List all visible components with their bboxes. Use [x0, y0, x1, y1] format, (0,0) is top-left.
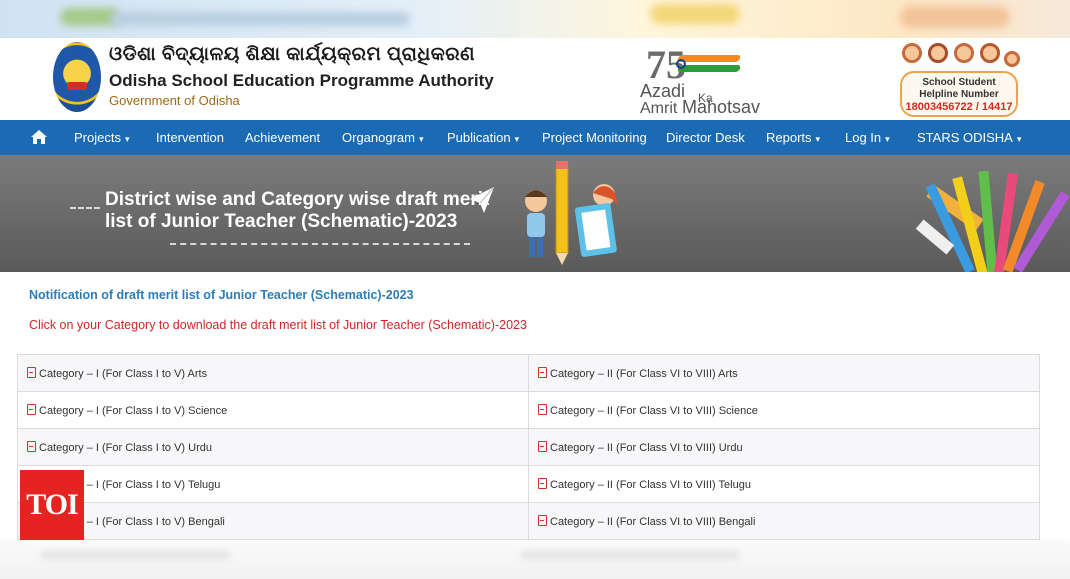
azadi-word: Azadi — [640, 81, 686, 101]
category-link[interactable]: Category – II (For Class VI to VIII) Tel… — [528, 465, 1040, 503]
pdf-file-icon — [538, 477, 547, 489]
mahotsav-word: Mahotsav — [682, 97, 761, 117]
blurred-shape — [650, 4, 740, 24]
category-link[interactable]: Category – II (For Class VI to VIII) Urd… — [528, 428, 1040, 466]
table-row: Category – I (For Class I to V) Telugu C… — [17, 465, 1040, 503]
nav-achievement[interactable]: Achievement — [245, 120, 320, 155]
nav-organogram[interactable]: Organogram ▾ — [342, 120, 424, 155]
org-name-odia: ଓଡିଶା ବିଦ୍ୟାଳୟ ଶିକ୍ଷା କାର୍ଯ୍ୟକ୍ରମ ପ୍ରାଧି… — [109, 44, 476, 65]
top-blurred-strip — [0, 0, 1070, 40]
child-illustration-icon — [928, 43, 948, 63]
category-table: Category – I (For Class I to V) Arts Cat… — [17, 354, 1040, 540]
category-link[interactable]: Category – I (For Class I to V) Bengali — [17, 502, 529, 540]
nav-stars-odisha[interactable]: STARS ODISHA ▾ — [917, 120, 1021, 155]
blurred-footer — [0, 540, 1070, 579]
helpline-box: School Student Helpline Number 180034567… — [900, 71, 1018, 117]
caret-down-icon: ▾ — [514, 134, 520, 144]
category-link[interactable]: Category – II (For Class VI to VIII) Sci… — [528, 391, 1040, 429]
caret-down-icon: ▾ — [1016, 134, 1022, 144]
table-row: Category – I (For Class I to V) Bengali … — [17, 502, 1040, 540]
pdf-file-icon — [27, 440, 36, 452]
government-label: Government of Odisha — [109, 93, 240, 108]
nav-reports[interactable]: Reports ▾ — [766, 120, 820, 155]
helpline-badge: School Student Helpline Number 180034567… — [880, 41, 1030, 119]
banner-dash-line — [170, 243, 470, 245]
child-illustration-icon — [980, 43, 1000, 63]
caret-down-icon: ▾ — [124, 134, 130, 144]
kids-with-pencil-illustration — [525, 161, 618, 265]
child-illustration-icon — [902, 43, 922, 63]
table-row: Category – I (For Class I to V) Urdu Cat… — [17, 428, 1040, 466]
nav-log-in[interactable]: Log In ▾ — [845, 120, 890, 155]
caret-down-icon: ▾ — [885, 134, 890, 144]
instruction-text: Click on your Category to download the d… — [29, 318, 527, 332]
table-row: Category – I (For Class I to V) Arts Cat… — [17, 354, 1040, 392]
category-link[interactable]: Category – II (For Class VI to VIII) Art… — [528, 354, 1040, 392]
pdf-file-icon — [538, 440, 547, 452]
pdf-file-icon — [538, 366, 547, 378]
pencils-illustration — [915, 170, 1070, 272]
nav-projects[interactable]: Projects ▾ — [74, 120, 130, 155]
main-navbar: Projects ▾ Intervention Achievement Organ… — [0, 120, 1070, 155]
home-icon[interactable] — [30, 129, 48, 145]
org-name-english: Odisha School Education Programme Author… — [109, 71, 494, 90]
category-link[interactable]: Category – I (For Class I to V) Telugu — [17, 465, 529, 503]
child-illustration-icon — [954, 43, 974, 63]
category-link[interactable]: Category – I (For Class I to V) Urdu — [17, 428, 529, 466]
pdf-file-icon — [538, 403, 547, 415]
category-link[interactable]: Category – II (For Class VI to VIII) Ben… — [528, 502, 1040, 540]
nav-project-monitoring[interactable]: Project Monitoring — [542, 120, 647, 155]
amrit-word: Amrit — [640, 100, 678, 117]
site-header: ଓଡିଶା ବିଦ୍ୟାଳୟ ଶିକ୍ଷା କାର୍ଯ୍ୟକ୍ରମ ପ୍ରାଧି… — [0, 38, 1070, 120]
page: ଓଡିଶା ବିଦ୍ୟାଳୟ ଶିକ୍ଷା କାର୍ଯ୍ୟକ୍ରମ ପ୍ରାଧି… — [0, 0, 1070, 579]
table-row: Category – I (For Class I to V) Science … — [17, 391, 1040, 429]
banner-title: District wise and Category wise draft me… — [105, 189, 490, 232]
nav-director-desk[interactable]: Director Desk — [666, 120, 745, 155]
helpline-number: 18003456722 / 14417 — [905, 101, 1013, 113]
flag-band-green — [676, 65, 742, 72]
page-banner: District wise and Category wise draft me… — [0, 155, 1070, 272]
helpline-title-2: Helpline Number — [919, 89, 999, 100]
pdf-file-icon — [27, 366, 36, 378]
pdf-file-icon — [538, 514, 547, 526]
paper-plane-icon — [470, 186, 495, 213]
category-link[interactable]: Category – I (For Class I to V) Science — [17, 391, 529, 429]
pdf-file-icon — [27, 403, 36, 415]
osepa-logo[interactable] — [53, 42, 101, 112]
nav-publication[interactable]: Publication ▾ — [447, 120, 519, 155]
notification-heading: Notification of draft merit list of Juni… — [29, 288, 414, 302]
helpline-title-1: School Student — [922, 77, 996, 88]
azadi-ka-amrit-mahotsav-logo: 75 Azadi Ka Amrit Mahotsav — [640, 42, 770, 118]
blurred-shape — [900, 6, 1010, 28]
child-illustration-icon — [1004, 51, 1020, 67]
flag-band-saffron — [676, 55, 742, 62]
nav-intervention[interactable]: Intervention — [156, 120, 224, 155]
category-link[interactable]: Category – I (For Class I to V) Arts — [17, 354, 529, 392]
caret-down-icon: ▾ — [418, 134, 424, 144]
chakra-icon — [676, 59, 686, 69]
caret-down-icon: ▾ — [815, 134, 821, 144]
banner-dash-line — [70, 207, 100, 209]
blurred-shape — [520, 550, 740, 560]
blurred-shape — [110, 12, 410, 26]
blurred-shape — [40, 550, 230, 560]
toi-watermark-logo: TOI — [20, 470, 84, 540]
